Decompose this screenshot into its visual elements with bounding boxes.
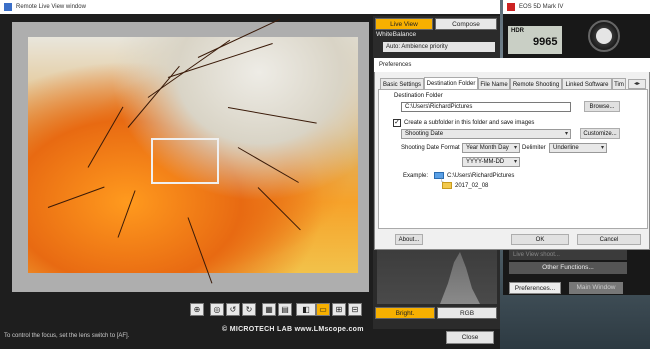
delimiter-select[interactable]: Underline ▾ [549,143,607,153]
delimiter-value: Underline [553,145,579,151]
subfolder-icon [442,182,452,189]
close-button[interactable]: Close [446,331,494,344]
grid-icon[interactable]: ▦ [262,303,276,316]
focus-frame[interactable] [151,138,219,184]
overlay-icon[interactable]: ▤ [278,303,292,316]
chevron-down-icon: ▾ [513,159,517,165]
folder-icon [434,172,444,179]
preferences-button[interactable]: Preferences... [509,282,561,294]
status-text: To control the focus, set the lens switc… [4,333,130,339]
rotate-left-icon[interactable]: ↺ [226,303,240,316]
bright-tab[interactable]: Bright. [375,307,435,319]
watermark: © MICROTECH LAB www.LMscope.com [222,326,364,333]
dial-button-icon[interactable] [596,28,612,44]
chevron-down-icon: ▾ [564,131,568,137]
delimiter-label: Delimiter [522,145,546,151]
camera-window-title: EOS 5D Mark IV [503,0,650,14]
dialog-title: Preferences [374,58,650,72]
date-pattern-select[interactable]: YYYY-MM-DD ▾ [462,157,520,167]
af-icon[interactable]: ◎ [210,303,224,316]
display-mode-icon[interactable]: ◧ [296,303,316,316]
chevron-down-icon: ▾ [513,145,517,151]
example-subfolder: 2017_02_08 [455,183,489,189]
white-balance-select[interactable]: Auto: Ambience priority [383,42,495,52]
ok-button[interactable]: OK [511,234,569,245]
live-view-toolbar: ⊕ ◎ ↺ ↻ ▦ ▤ ◧ ▭ ⊞ ⊟ [190,303,362,317]
subfolder-type-select[interactable]: Shooting Date ▾ [401,129,571,139]
date-format-select[interactable]: Year Month Day ▾ [462,143,520,153]
subfolder-label: Create a subfolder in this folder and sa… [404,120,535,126]
zoom-fit-icon[interactable]: ▭ [316,303,330,316]
live-view-title: Remote Live View window [0,0,500,14]
zoom-5x-icon[interactable]: ⊞ [332,303,346,316]
cancel-button[interactable]: Cancel [577,234,641,245]
camera-app-icon [507,3,515,11]
tab-compose[interactable]: Compose [435,18,497,30]
customize-button[interactable]: Customize... [580,128,620,139]
main-window-button[interactable]: Main Window [569,282,623,294]
subfolder-type-value: Shooting Date [405,131,444,137]
example-label: Example: [403,173,429,179]
about-button[interactable]: About... [395,234,423,245]
hdr-indicator: HDR [511,28,524,34]
live-view-shoot-button[interactable]: Live View shoot... [509,250,627,260]
zoom-10x-icon[interactable]: ⊟ [348,303,362,316]
shots-remaining: 9965 [533,36,558,48]
date-format-label: Shooting Date Format [401,145,460,151]
tab-live-view[interactable]: Live View [375,18,433,30]
destination-path-input[interactable]: C:\Users\RichardPictures [401,102,571,112]
browse-button[interactable]: Browse... [584,101,620,112]
chevron-down-icon: ▾ [600,145,604,151]
tab-scroll-arrows-icon[interactable]: ◂▸ [628,79,646,89]
focus-target-icon[interactable]: ⊕ [190,303,204,316]
date-pattern-value: YYYY-MM-DD [466,159,505,165]
white-balance-label: WhiteBalance [376,31,417,38]
destination-folder-label: Destination Folder [394,93,443,99]
rgb-tab[interactable]: RGB [437,307,497,319]
other-functions-button[interactable]: Other Functions... [509,262,627,274]
app-icon [4,3,12,11]
rotate-right-icon[interactable]: ↻ [242,303,256,316]
date-format-value: Year Month Day [466,145,509,151]
subfolder-checkbox[interactable]: ✓ [393,119,401,127]
example-path: C:\Users\RichardPictures [447,173,515,179]
